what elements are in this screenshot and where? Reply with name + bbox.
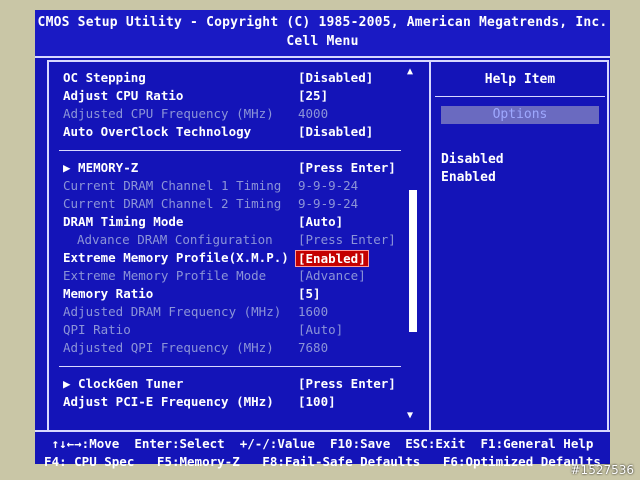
setting-label: Adjusted DRAM Frequency (MHz)	[63, 304, 282, 319]
setting-oc-stepping[interactable]: OC Stepping [Disabled]	[63, 70, 423, 87]
setting-label: Adjusted CPU Frequency (MHz)	[63, 106, 274, 121]
setting-label: OC Stepping	[63, 70, 146, 85]
setting-label: Adjust CPU Ratio	[63, 88, 184, 103]
setting-dram-ch2-timing: Current DRAM Channel 2 Timing 9-9-9-24	[63, 196, 423, 213]
setting-value: 7680	[298, 340, 329, 355]
bios-title: CMOS Setup Utility - Copyright (C) 1985-…	[37, 15, 608, 30]
submenu-clockgen-tuner[interactable]: ▶ ClockGen Tuner [Press Enter]	[63, 376, 423, 393]
setting-dram-timing-mode[interactable]: DRAM Timing Mode [Auto]	[63, 214, 423, 231]
setting-label: Adjust PCI-E Frequency (MHz)	[63, 394, 274, 409]
scroll-up-icon[interactable]: ▲	[407, 66, 413, 77]
watermark: #1527536	[570, 463, 635, 477]
key-help-line-2: F4: CPU Spec F5:Memory-Z F8:Fail-Safe De…	[44, 454, 601, 469]
setting-value: [Advance]	[298, 268, 366, 283]
setting-xmp[interactable]: Extreme Memory Profile(X.M.P.) [Enabled]	[63, 250, 423, 267]
setting-value[interactable]: [Press Enter]	[298, 160, 396, 175]
setting-adjusted-cpu-frequency: Adjusted CPU Frequency (MHz) 4000	[63, 106, 423, 123]
setting-label: Current DRAM Channel 1 Timing	[63, 178, 282, 193]
help-divider	[435, 96, 605, 97]
setting-value: 9-9-9-24	[298, 196, 359, 211]
setting-adjusted-dram-frequency: Adjusted DRAM Frequency (MHz) 1600	[63, 304, 423, 321]
menu-title: Cell Menu	[286, 34, 359, 49]
setting-qpi-ratio: QPI Ratio [Auto]	[63, 322, 423, 339]
scrollbar-thumb[interactable]	[409, 190, 417, 332]
key-help-line-1: ↑↓←→:Move Enter:Select +/-/:Value F10:Sa…	[51, 436, 594, 451]
setting-label: QPI Ratio	[63, 322, 131, 337]
setting-auto-overclock[interactable]: Auto OverClock Technology [Disabled]	[63, 124, 423, 141]
setting-adjusted-qpi-frequency: Adjusted QPI Frequency (MHz) 7680	[63, 340, 423, 357]
help-panel: Help Item Options Disabled Enabled	[429, 62, 609, 430]
option-enabled[interactable]: Enabled	[441, 170, 496, 185]
setting-value[interactable]: [Disabled]	[298, 70, 373, 85]
help-title: Help Item	[484, 72, 556, 87]
setting-value: 4000	[298, 106, 329, 121]
bios-screen: CMOS Setup Utility - Copyright (C) 1985-…	[35, 10, 610, 469]
setting-value[interactable]: [Disabled]	[298, 124, 373, 139]
setting-pcie-frequency[interactable]: Adjust PCI-E Frequency (MHz) [100]	[63, 394, 423, 411]
setting-label: Adjusted QPI Frequency (MHz)	[63, 340, 274, 355]
setting-label: Extreme Memory Profile Mode	[63, 268, 267, 283]
setting-label: DRAM Timing Mode	[63, 214, 184, 229]
setting-value[interactable]: [Press Enter]	[298, 376, 396, 391]
submenu-memory-z[interactable]: ▶ MEMORY-Z [Press Enter]	[63, 160, 423, 177]
setting-advance-dram-config: Advance DRAM Configuration [Press Enter]	[63, 232, 423, 249]
setting-value: [Auto]	[298, 322, 344, 337]
setting-value: [Press Enter]	[298, 232, 396, 247]
setting-memory-ratio[interactable]: Memory Ratio [5]	[63, 286, 423, 303]
key-help-footer: ↑↓←→:Move Enter:Select +/-/:Value F10:Sa…	[35, 430, 610, 469]
settings-panel: OC Stepping [Disabled] Adjust CPU Ratio …	[47, 60, 609, 432]
section-divider	[59, 366, 401, 367]
setting-label: ▶ ClockGen Tuner	[63, 376, 184, 391]
scroll-down-icon[interactable]: ▼	[407, 410, 413, 421]
setting-value[interactable]: [100]	[298, 394, 336, 409]
bios-header: CMOS Setup Utility - Copyright (C) 1985-…	[35, 10, 610, 58]
setting-label: Current DRAM Channel 2 Timing	[63, 196, 282, 211]
setting-label: Extreme Memory Profile(X.M.P.)	[63, 250, 289, 265]
selected-setting-value[interactable]: [Enabled]	[295, 250, 369, 267]
option-disabled[interactable]: Disabled	[441, 152, 504, 167]
setting-value: 1600	[298, 304, 329, 319]
setting-label: Auto OverClock Technology	[63, 124, 252, 139]
setting-value[interactable]: [Auto]	[298, 214, 343, 229]
setting-value: 9-9-9-24	[298, 178, 359, 193]
options-label: Options	[441, 106, 599, 124]
setting-dram-ch1-timing: Current DRAM Channel 1 Timing 9-9-9-24	[63, 178, 423, 195]
setting-label: Memory Ratio	[63, 286, 154, 301]
setting-label: Advance DRAM Configuration	[77, 232, 273, 247]
section-divider	[59, 150, 401, 151]
setting-value[interactable]: [25]	[298, 88, 328, 103]
setting-value[interactable]: [5]	[298, 286, 321, 301]
setting-adjust-cpu-ratio[interactable]: Adjust CPU Ratio [25]	[63, 88, 423, 105]
setting-label: ▶ MEMORY-Z	[63, 160, 139, 175]
setting-xmp-mode: Extreme Memory Profile Mode [Advance]	[63, 268, 423, 285]
